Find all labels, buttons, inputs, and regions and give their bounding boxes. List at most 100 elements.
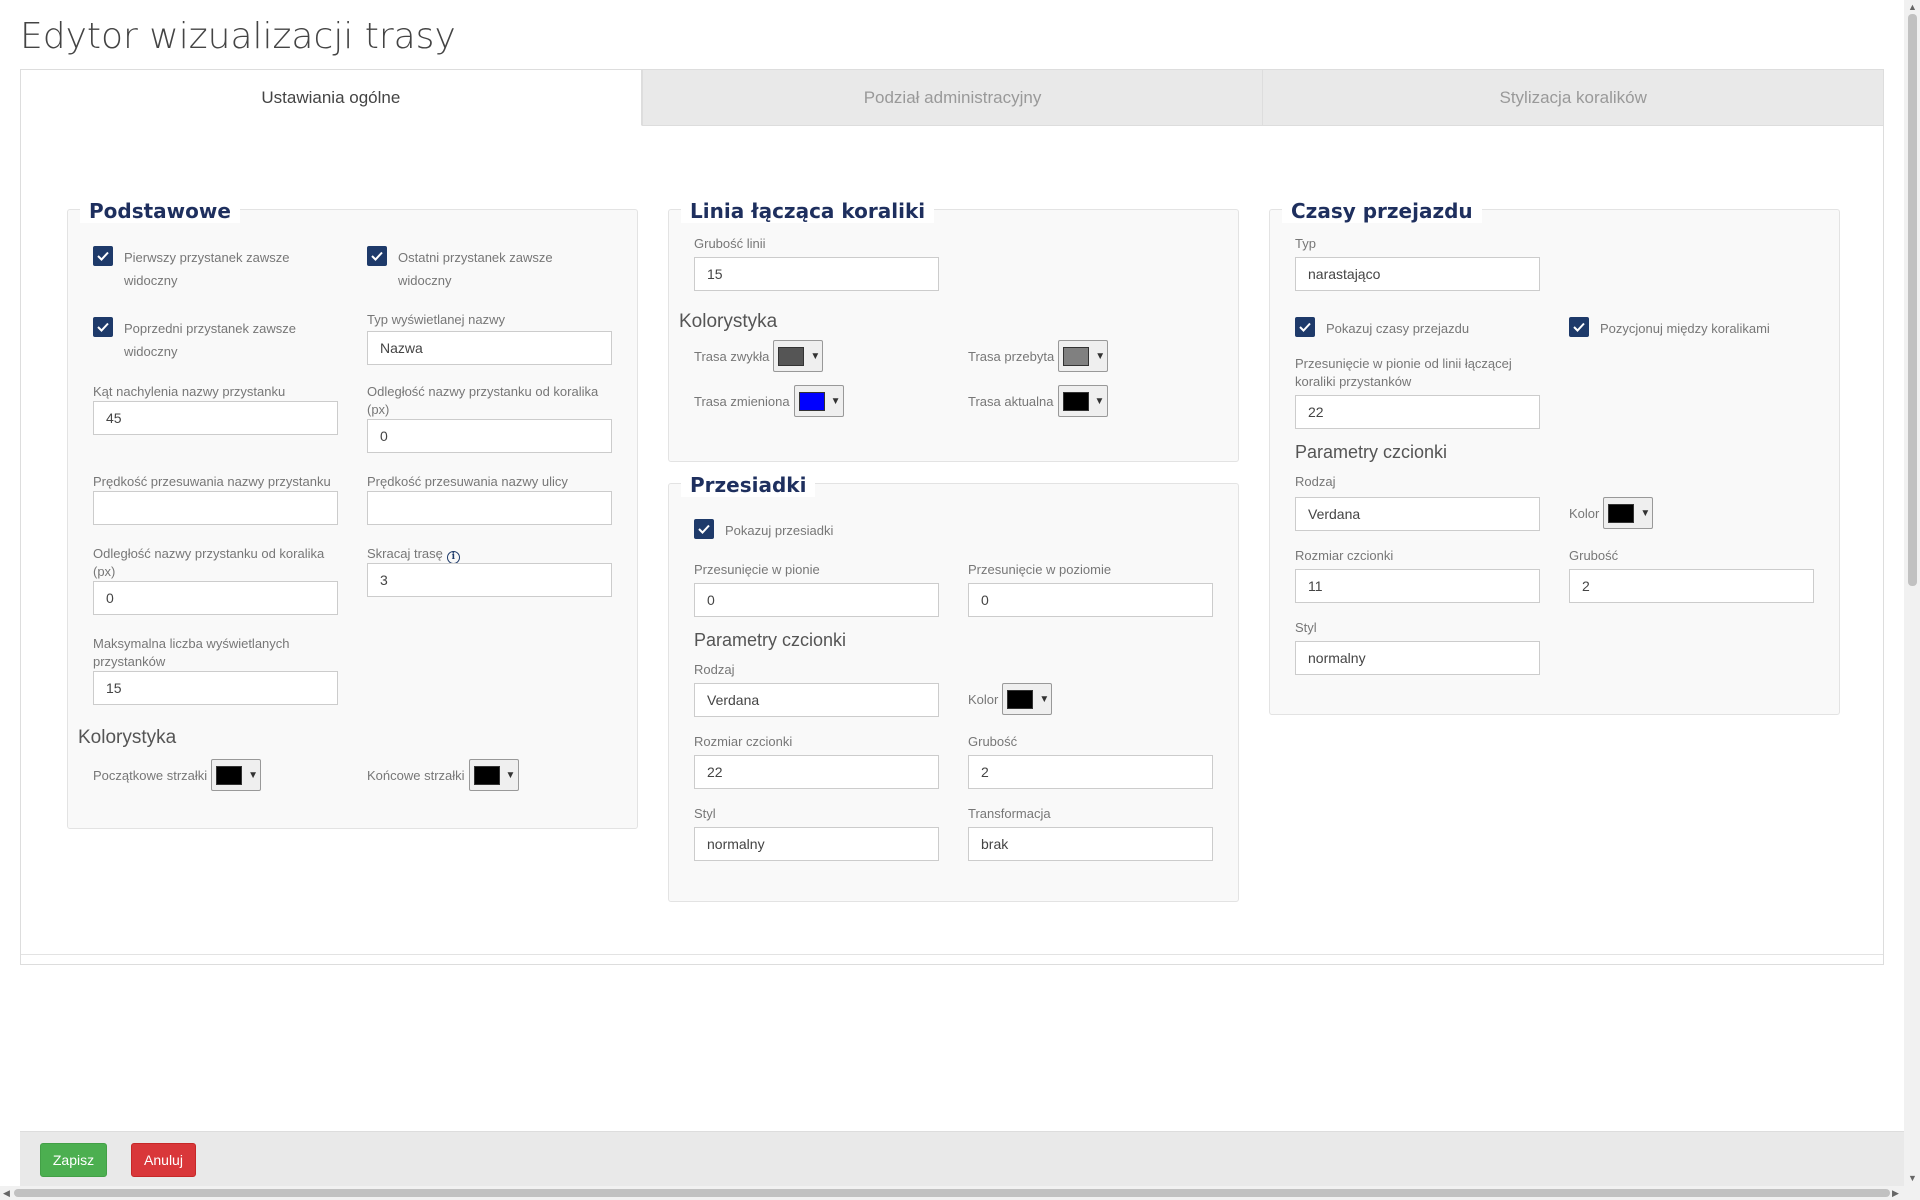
scroll-up-icon[interactable]: ▲ (1908, 1, 1917, 13)
show-transfers-checkbox[interactable] (694, 519, 714, 539)
travel-times-legend: Czasy przejazdu (1282, 199, 1482, 223)
tab-general-settings[interactable]: Ustawiania ogólne (21, 70, 642, 126)
last-stop-visible-checkbox[interactable] (367, 246, 387, 266)
info-icon[interactable]: i (446, 550, 460, 564)
times-style-input[interactable] (1295, 641, 1540, 675)
route-current-color-picker[interactable]: ▼ (1057, 385, 1108, 417)
transfer-font-size-label: Rozmiar czcionki (694, 734, 793, 749)
times-voffset-input[interactable] (1295, 395, 1540, 429)
times-font-heading: Parametry czcionki (1295, 442, 1448, 462)
distance-input[interactable] (367, 419, 612, 453)
times-font-size-input[interactable] (1295, 569, 1540, 603)
street-speed-label: Prędkość przesuwania nazwy ulicy (367, 474, 568, 489)
line-panel: Linia łącząca koraliki Grubość linii Kol… (668, 199, 1239, 462)
chevron-down-icon: ▼ (248, 769, 259, 781)
max-stops-label: Maksymalna liczba wyświetlanych przystan… (93, 636, 290, 669)
scroll-right-icon[interactable]: ▶ (1892, 1187, 1899, 1199)
route-traveled-swatch (1063, 346, 1090, 366)
route-visualization-editor: Ustawiania ogólne Podział administracyjn… (20, 69, 1884, 965)
check-icon (97, 251, 109, 261)
basic-panel: Podstawowe Pierwszy przystanek zawsze wi… (67, 199, 638, 829)
first-stop-visible-checkbox[interactable] (93, 246, 113, 266)
route-normal-color-picker[interactable]: ▼ (773, 340, 824, 372)
times-font-type-label: Rodzaj (1295, 474, 1336, 489)
transfer-font-size-input[interactable] (694, 755, 939, 789)
position-between-checkbox[interactable] (1569, 317, 1589, 337)
street-speed-input[interactable] (367, 491, 612, 525)
first-stop-visible-label: Pierwszy przystanek zawsze widoczny (124, 250, 290, 288)
stop-speed-input[interactable] (93, 491, 338, 525)
vertical-scrollbar[interactable]: ▲ ▼ (1904, 0, 1920, 1186)
transfer-font-heading: Parametry czcionki (694, 630, 847, 650)
line-legend: Linia łącząca koraliki (681, 199, 935, 223)
times-type-input[interactable] (1295, 257, 1540, 291)
chevron-down-icon: ▼ (830, 395, 841, 407)
position-between-label: Pozycjonuj między koralikami (1600, 321, 1770, 336)
transfer-weight-input[interactable] (968, 755, 1213, 789)
end-arrows-row: Końcowe strzałki ▼ (367, 759, 519, 791)
transfer-transform-input[interactable] (968, 827, 1213, 861)
tab-administrative-division[interactable]: Podział administracyjny (641, 70, 1263, 126)
transfer-weight-label: Grubość (968, 734, 1018, 749)
start-arrows-color-picker[interactable]: ▼ (211, 759, 262, 791)
line-width-label: Grubość linii (694, 236, 766, 251)
basic-legend: Podstawowe (80, 199, 240, 223)
route-changed-row: Trasa zmieniona ▼ (694, 385, 844, 417)
name-type-input[interactable] (367, 331, 612, 365)
check-icon (371, 251, 383, 261)
scroll-left-icon[interactable]: ◀ (3, 1187, 10, 1199)
angle-input[interactable] (93, 401, 338, 435)
scroll-down-icon[interactable]: ▼ (1908, 1172, 1917, 1184)
transfer-voffset-label: Przesunięcie w pionie (694, 562, 820, 577)
times-type-label: Typ (1295, 236, 1316, 251)
chevron-down-icon: ▼ (1095, 350, 1106, 362)
check-icon (1573, 322, 1585, 332)
route-current-swatch (1062, 391, 1089, 411)
times-weight-input[interactable] (1569, 569, 1814, 603)
name-type-label: Typ wyświetlanej nazwy (367, 312, 505, 327)
stop-speed-label: Prędkość przesuwania nazwy przystanku (93, 474, 331, 489)
vertical-scrollbar-thumb[interactable] (1908, 14, 1917, 586)
cancel-button[interactable]: Anuluj (131, 1143, 196, 1177)
transfer-voffset-input[interactable] (694, 583, 939, 617)
times-color-picker[interactable]: ▼ (1603, 497, 1654, 529)
show-times-checkbox[interactable] (1295, 317, 1315, 337)
tab-bead-styling[interactable]: Stylizacja koralików (1262, 70, 1884, 126)
end-arrows-color-picker[interactable]: ▼ (468, 759, 519, 791)
distance2-input[interactable] (93, 581, 338, 615)
transfer-hoffset-label: Przesunięcie w poziomie (968, 562, 1112, 577)
check-icon (97, 322, 109, 332)
shorten-route-input[interactable] (367, 563, 612, 597)
basic-colors-heading: Kolorystyka (78, 727, 177, 748)
line-colors-heading: Kolorystyka (679, 311, 778, 332)
chevron-down-icon: ▼ (810, 350, 821, 362)
prev-stop-visible-row: Poprzedni przystanek zawsze widoczny (93, 317, 323, 363)
check-icon (1299, 322, 1311, 332)
times-weight-label: Grubość (1569, 548, 1619, 563)
route-traveled-color-picker[interactable]: ▼ (1058, 340, 1109, 372)
horizontal-scrollbar-thumb[interactable] (14, 1189, 1890, 1197)
times-font-type-input[interactable] (1295, 497, 1540, 531)
max-stops-input[interactable] (93, 671, 338, 705)
distance2-label: Odległość nazwy przystanku od koralika (… (93, 546, 325, 579)
route-changed-color-picker[interactable]: ▼ (793, 385, 844, 417)
show-times-row: Pokazuj czasy przejazdu (1295, 317, 1469, 340)
transfer-color-label: Kolor (968, 691, 999, 707)
start-arrows-swatch (216, 765, 243, 785)
transfer-color-picker[interactable]: ▼ (1002, 683, 1053, 715)
transfer-hoffset-input[interactable] (968, 583, 1213, 617)
angle-label: Kąt nachylenia nazwy przystanku (93, 384, 286, 399)
times-voffset-label: Przesunięcie w pionie od linii łączącej … (1295, 356, 1512, 389)
transfers-legend: Przesiadki (681, 473, 816, 497)
prev-stop-visible-label: Poprzedni przystanek zawsze widoczny (124, 321, 296, 359)
transfer-font-type-input[interactable] (694, 683, 939, 717)
route-normal-swatch (778, 346, 805, 366)
prev-stop-visible-checkbox[interactable] (93, 317, 113, 337)
horizontal-scrollbar[interactable]: ◀ ▶ (0, 1186, 1920, 1200)
line-width-input[interactable] (694, 257, 939, 291)
end-arrows-swatch (473, 765, 500, 785)
times-color-label: Kolor (1569, 505, 1600, 521)
transfer-style-input[interactable] (694, 827, 939, 861)
save-button[interactable]: Zapisz (40, 1143, 107, 1177)
shorten-route-label-row: Skracaj trasę i (367, 545, 617, 564)
